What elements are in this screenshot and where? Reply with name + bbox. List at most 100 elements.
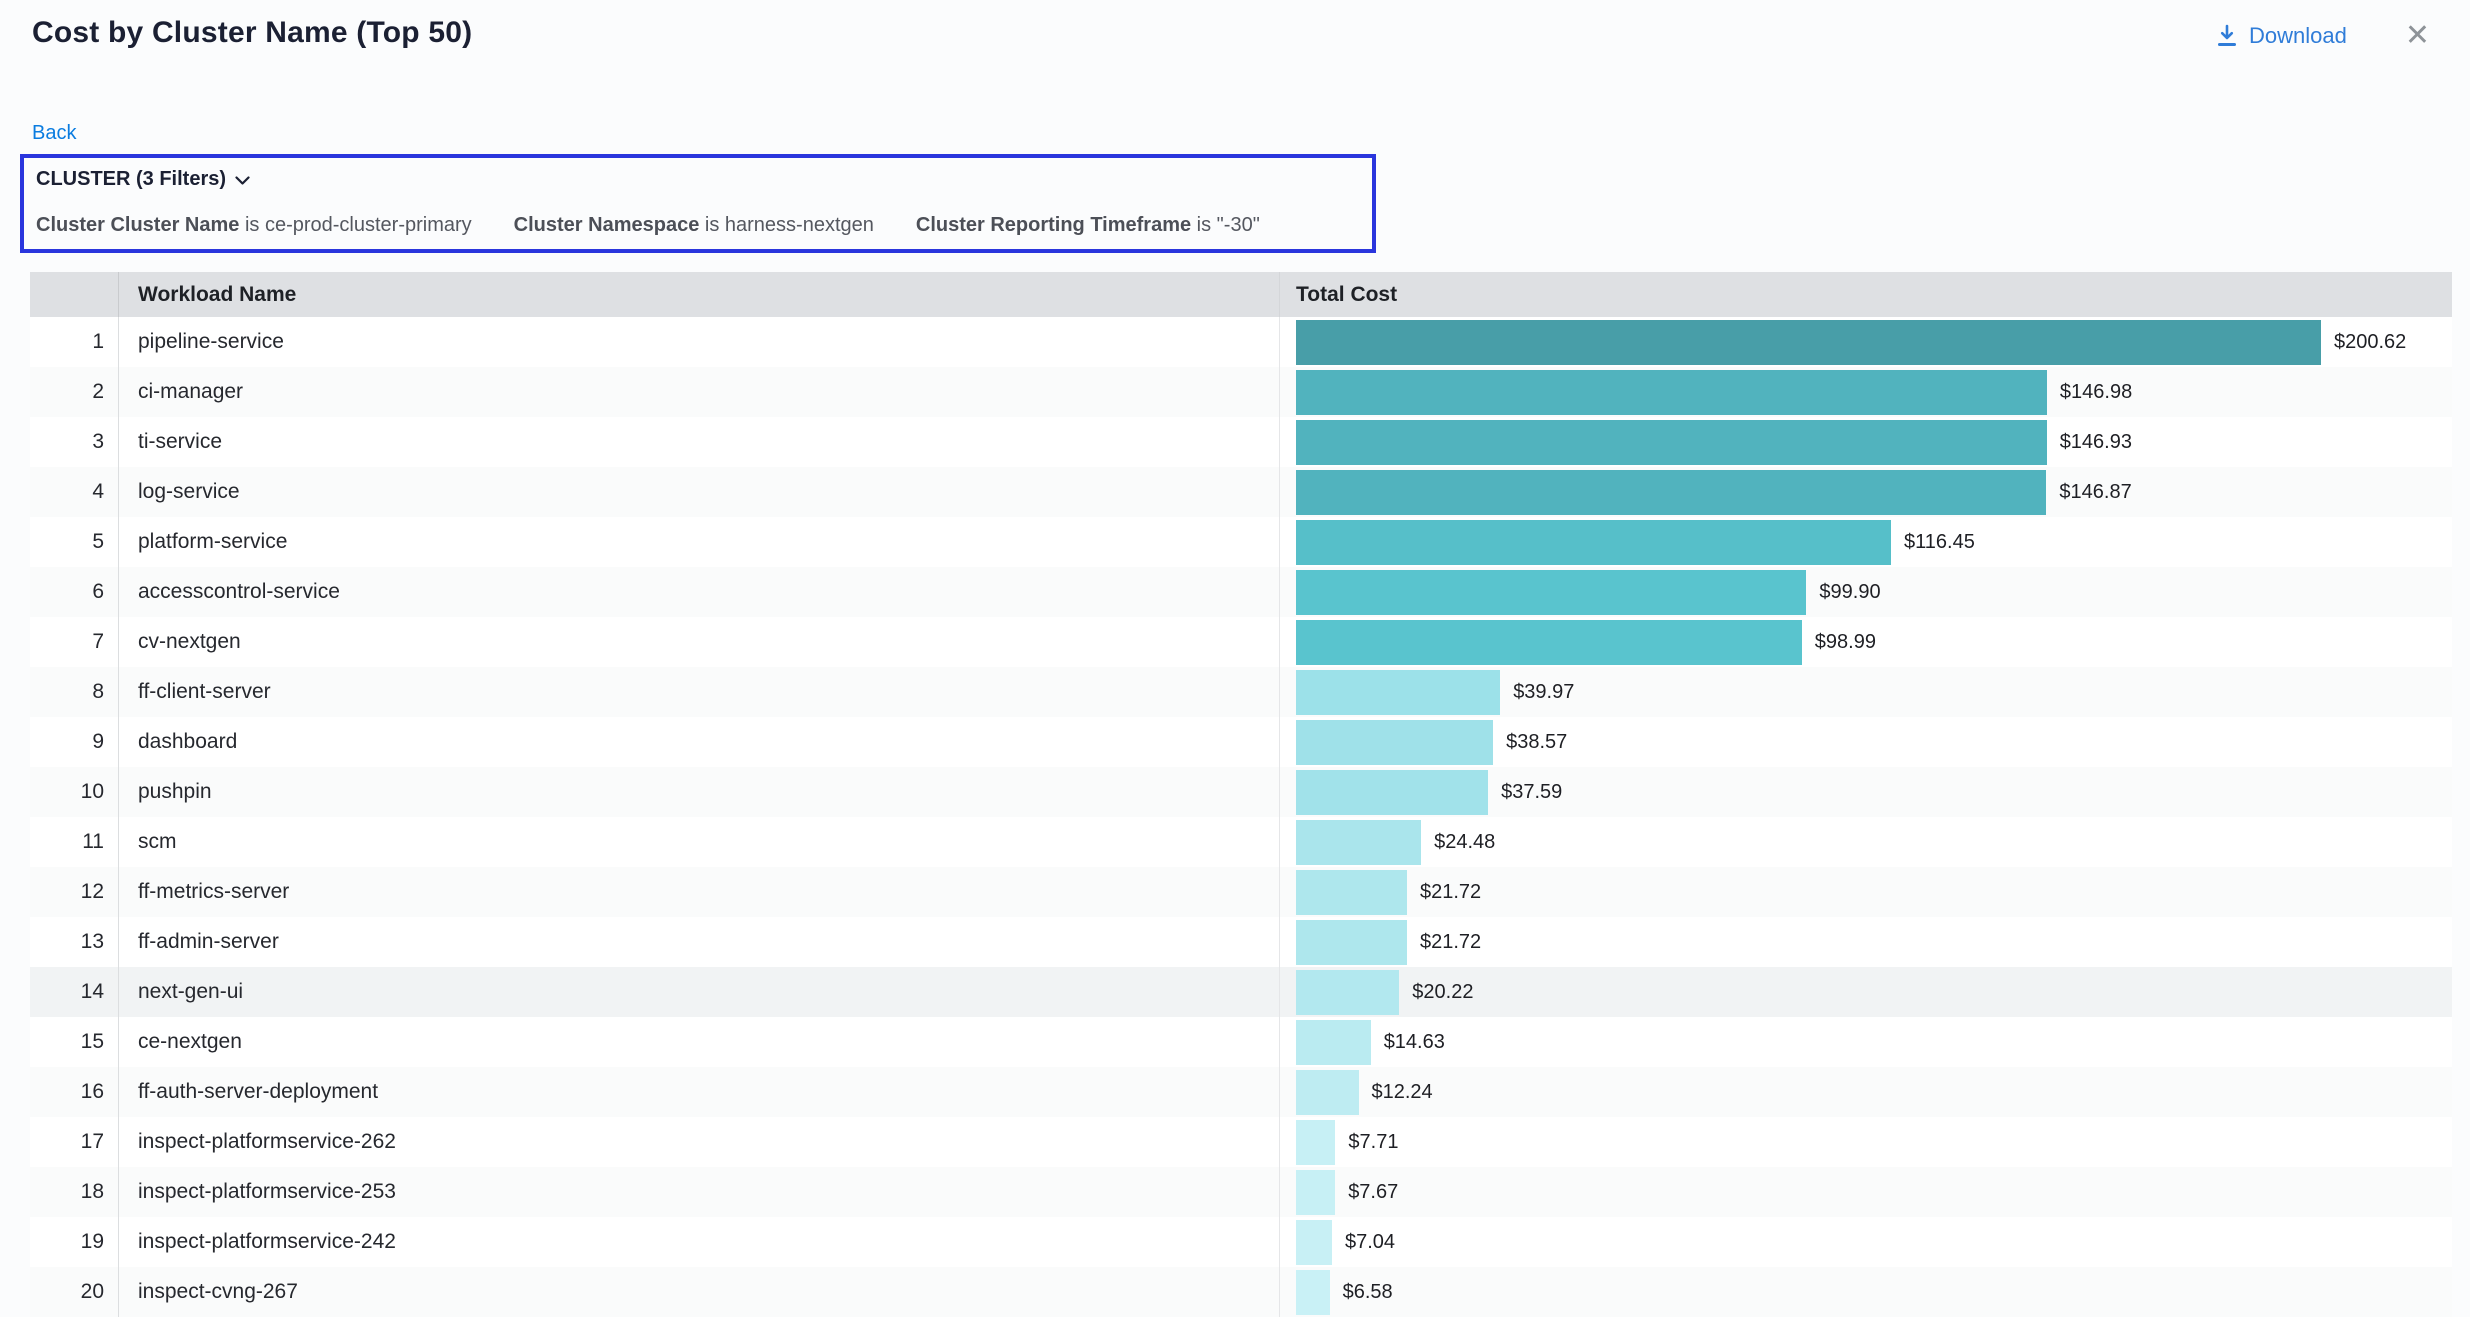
workload-name: ce-nextgen	[119, 1017, 1280, 1067]
cost-value: $99.90	[1819, 581, 1880, 604]
cost-bar	[1296, 470, 2046, 515]
cost-bar	[1296, 1120, 1335, 1165]
cost-cell: $37.59	[1280, 767, 2452, 817]
table-row[interactable]: 10pushpin $37.59	[30, 767, 2452, 817]
cost-bar	[1296, 1270, 1330, 1315]
table-row[interactable]: 8ff-client-server $39.97	[30, 667, 2452, 717]
workload-name: next-gen-ui	[119, 967, 1280, 1017]
workload-name: ti-service	[119, 417, 1280, 467]
table-row[interactable]: 3ti-service$146.93	[30, 417, 2452, 467]
close-icon: ✕	[2405, 19, 2430, 52]
cost-bar	[1296, 820, 1421, 865]
cost-bar	[1296, 1220, 1332, 1265]
cost-cell: $6.58	[1280, 1267, 2452, 1317]
workload-name: pipeline-service	[119, 317, 1280, 367]
row-rank: 4	[30, 467, 119, 517]
page-title: Cost by Cluster Name (Top 50)	[32, 16, 472, 50]
cost-bar	[1296, 320, 2321, 365]
download-button[interactable]: Download	[2210, 22, 2353, 50]
cost-cell: $7.67	[1280, 1167, 2452, 1217]
table-row[interactable]: 17inspect-platformservice-262$7.71	[30, 1117, 2452, 1167]
workload-name: cv-nextgen	[119, 617, 1280, 667]
table-row[interactable]: 1pipeline-service$200.62	[30, 317, 2452, 367]
table-row[interactable]: 19inspect-platformservice-242$7.04	[30, 1217, 2452, 1267]
table-row[interactable]: 5platform-service$116.45	[30, 517, 2452, 567]
cost-value: $38.57	[1506, 731, 1567, 754]
table-row[interactable]: 2ci-manager $146.98	[30, 367, 2452, 417]
table-row[interactable]: 20inspect-cvng-267$6.58	[30, 1267, 2452, 1317]
cost-table: Workload Name Total Cost 1pipeline-servi…	[30, 272, 2452, 1317]
row-rank: 11	[30, 817, 119, 867]
table-row[interactable]: 18inspect-platformservice-253$7.67	[30, 1167, 2452, 1217]
chevron-down-icon	[235, 173, 250, 186]
total-cost-column-header: Total Cost	[1280, 283, 2452, 307]
row-rank: 10	[30, 767, 119, 817]
row-rank: 12	[30, 867, 119, 917]
workload-name: scm	[119, 817, 1280, 867]
cost-cell: $7.04	[1280, 1217, 2452, 1267]
workload-name: inspect-cvng-267	[119, 1267, 1280, 1317]
row-rank: 8	[30, 667, 119, 717]
workload-name: pushpin	[119, 767, 1280, 817]
workload-name-column-header: Workload Name	[119, 272, 1280, 317]
workload-name: inspect-platformservice-242	[119, 1217, 1280, 1267]
back-link[interactable]: Back	[32, 122, 76, 145]
row-rank: 7	[30, 617, 119, 667]
cost-value: $146.98	[2060, 381, 2132, 404]
cost-cell: $38.57	[1280, 717, 2452, 767]
cost-value: $37.59	[1501, 781, 1562, 804]
cost-bar	[1296, 970, 1399, 1015]
table-header-row: Workload Name Total Cost	[30, 272, 2452, 317]
cost-cell: $146.87	[1280, 467, 2452, 517]
table-row[interactable]: 13ff-admin-server$21.72	[30, 917, 2452, 967]
row-rank: 2	[30, 367, 119, 417]
workload-name: ff-client-server	[119, 667, 1280, 717]
download-icon	[2216, 24, 2238, 48]
table-row[interactable]: 9dashboard$38.57	[30, 717, 2452, 767]
cost-cell: $146.93	[1280, 417, 2452, 467]
row-rank: 13	[30, 917, 119, 967]
workload-name: ff-admin-server	[119, 917, 1280, 967]
table-row[interactable]: 4log-service$146.87	[30, 467, 2452, 517]
cost-value: $7.67	[1348, 1181, 1398, 1204]
table-row[interactable]: 7cv-nextgen$98.99	[30, 617, 2452, 667]
row-rank: 6	[30, 567, 119, 617]
cost-value: $200.62	[2334, 331, 2406, 354]
table-row[interactable]: 14next-gen-ui$20.22	[30, 967, 2452, 1017]
table-row[interactable]: 12ff-metrics-server$21.72	[30, 867, 2452, 917]
filter-condition: Cluster Namespace is harness-nextgen	[514, 214, 874, 237]
workload-name: ff-auth-server-deployment	[119, 1067, 1280, 1117]
cost-bar	[1296, 720, 1493, 765]
cluster-filter-dropdown[interactable]: CLUSTER (3 Filters)	[36, 168, 250, 191]
table-row[interactable]: 6accesscontrol-service $99.90	[30, 567, 2452, 617]
cost-value: $14.63	[1384, 1031, 1445, 1054]
workload-name: inspect-platformservice-262	[119, 1117, 1280, 1167]
filter-field-name: Cluster Reporting Timeframe	[916, 214, 1191, 236]
cost-bar	[1296, 1020, 1371, 1065]
cost-value: $39.97	[1513, 681, 1574, 704]
workload-name: accesscontrol-service	[119, 567, 1280, 617]
header-actions: Download ✕	[2210, 20, 2436, 52]
close-button[interactable]: ✕	[2399, 20, 2436, 52]
cost-cell: $146.98	[1280, 367, 2452, 417]
cost-value: $24.48	[1434, 831, 1495, 854]
cost-bar	[1296, 770, 1488, 815]
row-rank: 16	[30, 1067, 119, 1117]
cost-bar	[1296, 520, 1891, 565]
workload-name: ff-metrics-server	[119, 867, 1280, 917]
table-row[interactable]: 11scm $24.48	[30, 817, 2452, 867]
cost-cell: $39.97	[1280, 667, 2452, 717]
cost-value: $20.22	[1412, 981, 1473, 1004]
filter-field-name: Cluster Cluster Name	[36, 214, 239, 236]
cost-value: $6.58	[1343, 1281, 1393, 1304]
cost-value: $146.87	[2059, 481, 2131, 504]
cost-cell: $200.62	[1280, 317, 2452, 367]
cost-cell: $24.48	[1280, 817, 2452, 867]
table-row[interactable]: 16ff-auth-server-deployment$12.24	[30, 1067, 2452, 1117]
cost-bar	[1296, 570, 1806, 615]
filter-condition: Cluster Reporting Timeframe is "-30"	[916, 214, 1260, 237]
workload-name: ci-manager	[119, 367, 1280, 417]
cost-value: $146.93	[2060, 431, 2132, 454]
filter-conditions: Cluster Cluster Name is ce-prod-cluster-…	[36, 214, 1358, 237]
table-row[interactable]: 15ce-nextgen$14.63	[30, 1017, 2452, 1067]
